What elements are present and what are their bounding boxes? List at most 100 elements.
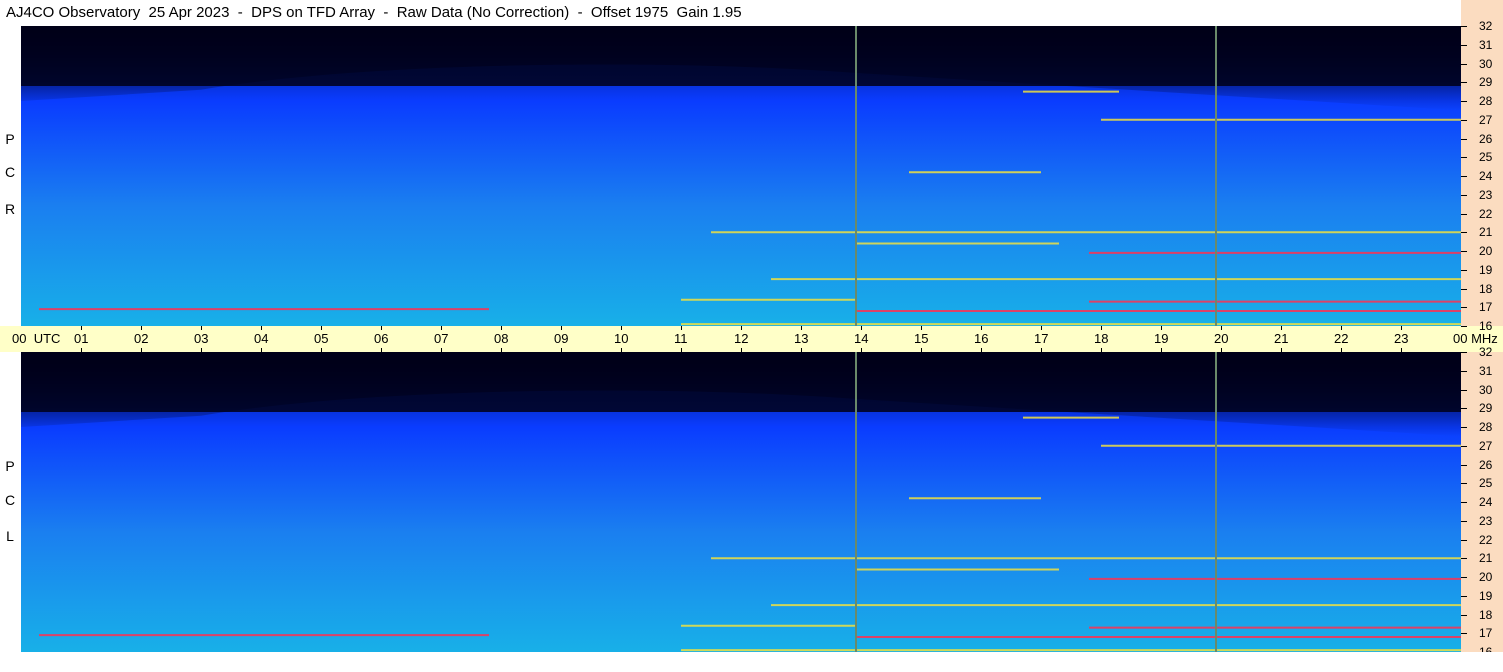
freq-tick-mark (1461, 251, 1467, 252)
rcp-interference-line (1089, 251, 1461, 254)
freq-tick-label: 18 (1479, 607, 1493, 622)
rcp-interference-line (681, 323, 1461, 326)
rcp-heatmap-svg (21, 26, 1461, 326)
time-tick-label: 14 (854, 331, 869, 346)
time-tick-label: 22 (1334, 331, 1349, 346)
freq-tick-mark (1461, 288, 1467, 290)
lcp-interference-line (681, 624, 855, 627)
lcp-interference-line (1089, 626, 1461, 629)
rcp-interference-line (771, 278, 1461, 281)
time-tick-mark (441, 348, 442, 352)
freq-tick-mark (1461, 101, 1467, 102)
time-tick-mark (501, 326, 502, 330)
freq-tick-mark (1461, 26, 1467, 27)
time-tick-label: 08 (494, 331, 509, 346)
freq-tick-mark (1461, 464, 1467, 466)
time-tick-mark (681, 348, 682, 352)
time-tick-label: 01 (74, 331, 89, 346)
time-tick-mark (1161, 348, 1162, 352)
freq-tick-mark (1461, 558, 1467, 560)
freq-tick-mark (1461, 577, 1467, 578)
freq-tick-mark (1461, 138, 1467, 140)
freq-tick-mark (1461, 445, 1467, 447)
freq-tick-label: 21 (1479, 551, 1493, 566)
time-tick-mark (741, 326, 742, 330)
lcp-interference-line (909, 497, 1041, 500)
freq-tick-label: 26 (1479, 457, 1493, 472)
time-tick-label: 11 (674, 331, 688, 346)
time-tick-mark (981, 326, 982, 330)
lcp-interference-line (1101, 444, 1461, 447)
lcp-heatmap-svg (21, 352, 1461, 652)
time-tick-label: 12 (734, 331, 749, 346)
time-tick-mark (861, 348, 862, 352)
time-tick-mark (1101, 326, 1102, 330)
time-tick-mark (261, 348, 262, 352)
rcp-interference-line (855, 310, 1461, 312)
rcp-interference-line (711, 231, 1461, 234)
time-tick-label: 05 (314, 331, 329, 346)
lcp-frequency-axis: 3231302928272625242322212019181716 (1461, 345, 1503, 659)
freq-tick-mark (1461, 539, 1467, 541)
time-tick-mark (201, 348, 202, 352)
lcp-interference-line (681, 649, 1461, 652)
freq-tick-mark (1461, 352, 1467, 353)
lcp-interference-line (711, 557, 1461, 560)
time-tick-mark (1341, 348, 1342, 352)
freq-tick-mark (1461, 307, 1467, 309)
time-tick-mark (381, 326, 382, 330)
freq-tick-label: 20 (1479, 570, 1493, 584)
freq-tick-mark (1461, 370, 1467, 372)
time-tick-mark (1401, 348, 1402, 352)
rcp-interference-line (1101, 118, 1461, 121)
lcp-spectrogram (21, 352, 1461, 652)
freq-tick-label: 25 (1479, 476, 1493, 491)
time-tick-label: 16 (974, 331, 989, 346)
freq-tick-label: 16 (1479, 319, 1493, 333)
lcp-letter: C (4, 492, 16, 508)
time-tick-mark (141, 348, 142, 352)
time-tick-mark (921, 348, 922, 352)
freq-tick-mark (1461, 483, 1467, 485)
time-tick-label: 10 (614, 331, 629, 346)
freq-tick-label: 29 (1479, 75, 1493, 90)
freq-tick-mark (1461, 157, 1467, 159)
time-tick-mark (561, 326, 562, 330)
time-tick-mark (1221, 348, 1222, 352)
time-tick-mark (1281, 326, 1282, 330)
rcp-letter: C (4, 164, 16, 180)
freq-tick-label: 32 (1479, 345, 1493, 359)
rcp-interference-line (681, 298, 855, 301)
lcp-letter: L (6, 528, 14, 544)
time-tick-mark (1341, 326, 1342, 330)
freq-tick-label: 24 (1479, 495, 1493, 509)
rcp-interference-line (39, 308, 489, 311)
time-tick-mark (1041, 348, 1042, 352)
time-tick-mark (321, 326, 322, 330)
freq-tick-mark (1461, 176, 1467, 177)
freq-tick-label: 24 (1479, 169, 1493, 183)
freq-tick-mark (1461, 119, 1467, 121)
freq-tick-label: 27 (1479, 112, 1493, 127)
freq-tick-label: 21 (1479, 225, 1493, 240)
lcp-letter: P (5, 458, 15, 474)
freq-tick-label: 31 (1479, 363, 1493, 378)
time-tick-mark (861, 326, 862, 330)
rcp-frequency-axis: 32 31 30 29 28 27 26 25 24 23 22 21 20 19 18 17 16 (1461, 0, 1503, 333)
freq-tick-label: 25 (1479, 150, 1493, 165)
bottom-margin (0, 652, 1503, 672)
rcp-interference-line (1089, 300, 1461, 303)
time-tick-mark (501, 348, 502, 352)
time-tick-mark (621, 348, 622, 352)
rcp-dark-region (21, 26, 1461, 86)
time-tick-mark (81, 348, 82, 352)
freq-tick-mark (1461, 82, 1467, 84)
lcp-interference-line (1089, 577, 1461, 580)
chart-title: AJ4CO Observatory 25 Apr 2023 - DPS on T… (6, 4, 742, 21)
time-tick-mark (801, 326, 802, 330)
freq-tick-label: 19 (1479, 262, 1493, 277)
lcp-interference-line (855, 568, 1059, 571)
freq-tick-mark (1461, 633, 1467, 635)
time-tick-label: 02 (134, 331, 149, 346)
freq-tick-mark (1461, 408, 1467, 410)
